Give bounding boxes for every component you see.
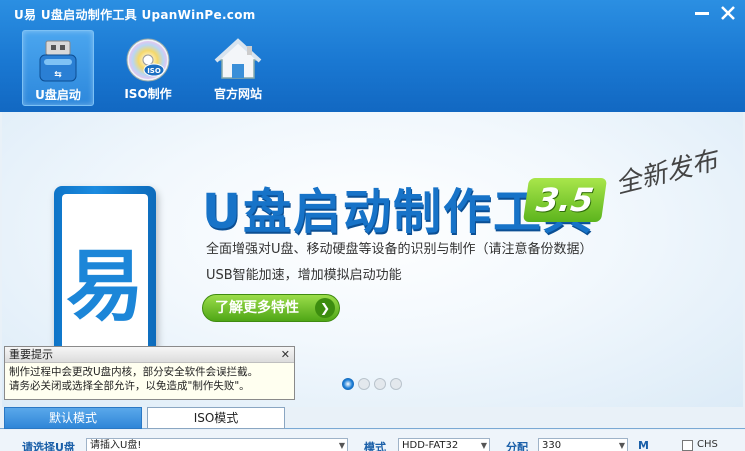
home-icon (214, 38, 262, 79)
usb-drive-icon: ⇆ (39, 40, 77, 82)
learn-more-label: 了解更多特性 (215, 300, 299, 316)
mode-label: 模式 (364, 441, 386, 451)
toolbar-iso-make[interactable]: ISO ISO制作 (112, 30, 184, 106)
notice-title: 重要提示 (5, 347, 294, 363)
svg-text:⇆: ⇆ (54, 70, 62, 80)
notice-close-icon[interactable]: ✕ (281, 348, 290, 361)
close-icon (721, 6, 735, 20)
slide-dot-2[interactable] (358, 378, 370, 390)
slide-dot-4[interactable] (390, 378, 402, 390)
iso-disc-icon: ISO (126, 38, 170, 82)
drive-select-value: 请插入U盘! (90, 440, 142, 451)
chevron-down-icon: ▼ (338, 441, 345, 450)
logo-character: 易 (65, 241, 144, 332)
toolbar-official-site-label: 官方网站 (213, 87, 262, 101)
minimize-button[interactable] (690, 2, 714, 24)
important-notice-popup: 重要提示 ✕ 制作过程中会更改U盘内核，部分安全软件会误拦截。 请务必关闭或选择… (4, 346, 295, 400)
slide-dot-1[interactable] (342, 378, 354, 390)
drive-select[interactable]: 请插入U盘! ▼ (86, 438, 348, 451)
toolbar-usb-boot[interactable]: ⇆ U盘启动 (22, 30, 94, 106)
unit-label: M (638, 439, 649, 451)
notice-line-2: 请务必关闭或选择全部允许，以免造成"制作失败"。 (9, 380, 250, 392)
toolbar-usb-boot-label: U盘启动 (35, 88, 81, 102)
options-row: 请选择U盘 请插入U盘! ▼ 模式 HDD-FAT32 ▼ 分配 330 ▼ M… (0, 430, 745, 451)
tab-iso-mode[interactable]: ISO模式 (147, 407, 285, 429)
mode-select-value: HDD-FAT32 (402, 440, 459, 451)
minimize-icon (695, 12, 709, 15)
mode-select[interactable]: HDD-FAT32 ▼ (398, 438, 490, 451)
slide-dot-3[interactable] (374, 378, 386, 390)
partition-select[interactable]: 330 ▼ (538, 438, 628, 451)
learn-more-button[interactable]: 了解更多特性 ❯ (202, 294, 340, 322)
partition-label: 分配 (506, 441, 528, 451)
mode-tabs: 默认模式 ISO模式 (0, 407, 745, 429)
tab-default-mode[interactable]: 默认模式 (4, 407, 142, 429)
chs-label: CHS (697, 439, 718, 450)
chevron-down-icon: ▼ (618, 441, 625, 450)
window-title: U易 U盘启动制作工具 UpanWinPe.com (14, 8, 256, 22)
arrow-right-icon: ❯ (315, 298, 335, 318)
toolbar-official-site[interactable]: 官方网站 (202, 30, 274, 106)
svg-text:ISO: ISO (147, 67, 161, 75)
banner-desc-2: USB智能加速，增加模拟启动功能 (206, 268, 402, 283)
toolbar-iso-make-label: ISO制作 (124, 87, 172, 101)
banner-desc-1: 全面增强对U盘、移动硬盘等设备的识别与制作（请注意备份数据） (206, 242, 593, 257)
new-release-tag: 全新发布 (612, 145, 721, 201)
chs-checkbox[interactable] (682, 440, 693, 451)
slide-indicators (342, 378, 406, 393)
title-toolbar-area: U易 U盘启动制作工具 UpanWinPe.com ⇆ U盘启动 ISO ISO… (0, 0, 745, 112)
close-button[interactable] (716, 2, 740, 24)
version-badge: 3.5 (522, 178, 608, 222)
partition-select-value: 330 (542, 440, 562, 451)
select-drive-label: 请选择U盘 (22, 441, 75, 451)
notice-line-1: 制作过程中会更改U盘内核，部分安全软件会误拦截。 (9, 366, 259, 378)
chevron-down-icon: ▼ (480, 441, 487, 450)
